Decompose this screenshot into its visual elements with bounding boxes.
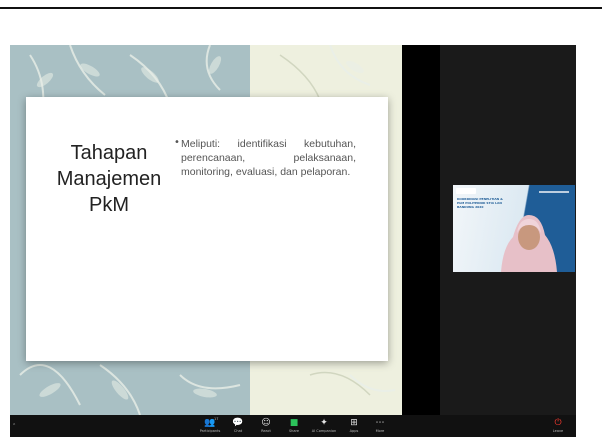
page: Tahapan Manajemen PkM • Meliputi: identi… [0, 0, 602, 447]
slide-title-line-3: PkM [89, 194, 129, 216]
meeting-window: Tahapan Manajemen PkM • Meliputi: identi… [10, 45, 576, 437]
meeting-toolbar: ⌃ 👥 17 Participants 💬 Chat ☺ React ■ Sha… [10, 415, 576, 437]
more-label: More [375, 429, 385, 433]
logo-badge [456, 188, 476, 194]
participant-avatar [501, 215, 557, 272]
apps-label: Apps [349, 429, 359, 433]
banner-stripe [539, 191, 569, 193]
participants-label: Participants [199, 429, 221, 433]
slide-title-line-2: Manajemen [56, 168, 162, 190]
leave-icon: ⏻ [554, 418, 562, 428]
react-label: React [261, 429, 271, 433]
shared-slide: Tahapan Manajemen PkM • Meliputi: identi… [10, 45, 402, 415]
sparkle-icon: ✦ [320, 418, 328, 428]
slide-title-line-1: Tahapan [70, 142, 148, 164]
participant-video-tile[interactable]: KOORDINASI PENELITIAN & PkM POLITEKNIK S… [453, 185, 575, 272]
more-dots-icon: ⋯ [375, 418, 385, 428]
participants-count: 17 [214, 417, 219, 421]
apps-button[interactable]: ⊞ Apps [340, 417, 368, 434]
ai-companion-label: AI Companion [311, 429, 337, 433]
apps-grid-icon: ⊞ [350, 418, 358, 428]
ai-companion-button[interactable]: ✦ AI Companion [310, 417, 338, 434]
react-button[interactable]: ☺ React [252, 417, 280, 434]
chat-button[interactable]: 💬 Chat [224, 417, 252, 434]
slide-title: Tahapan Manajemen PkM [46, 140, 172, 218]
people-icon: 👥 [204, 418, 216, 428]
chat-bubble-icon: 💬 [232, 418, 244, 428]
slide-bullet-text: Meliputi: identifikasi kebutuhan, perenc… [181, 138, 356, 178]
top-divider [0, 7, 602, 9]
smiley-icon: ☺ [261, 418, 271, 428]
share-button[interactable]: ■ Share [280, 417, 308, 434]
share-label: Share [288, 429, 300, 433]
share-screen-icon: ■ [289, 418, 299, 428]
bullet-dot-icon: • [174, 137, 180, 148]
leave-button[interactable]: ⏻ Leave [544, 417, 572, 434]
more-button[interactable]: ⋯ More [366, 417, 394, 434]
chat-label: Chat [233, 429, 243, 433]
participants-button[interactable]: 👥 17 Participants [196, 417, 224, 434]
leave-label: Leave [552, 429, 564, 433]
audio-menu-icon[interactable]: ⌃ [12, 423, 16, 429]
slide-content-card: Tahapan Manajemen PkM • Meliputi: identi… [26, 97, 388, 361]
